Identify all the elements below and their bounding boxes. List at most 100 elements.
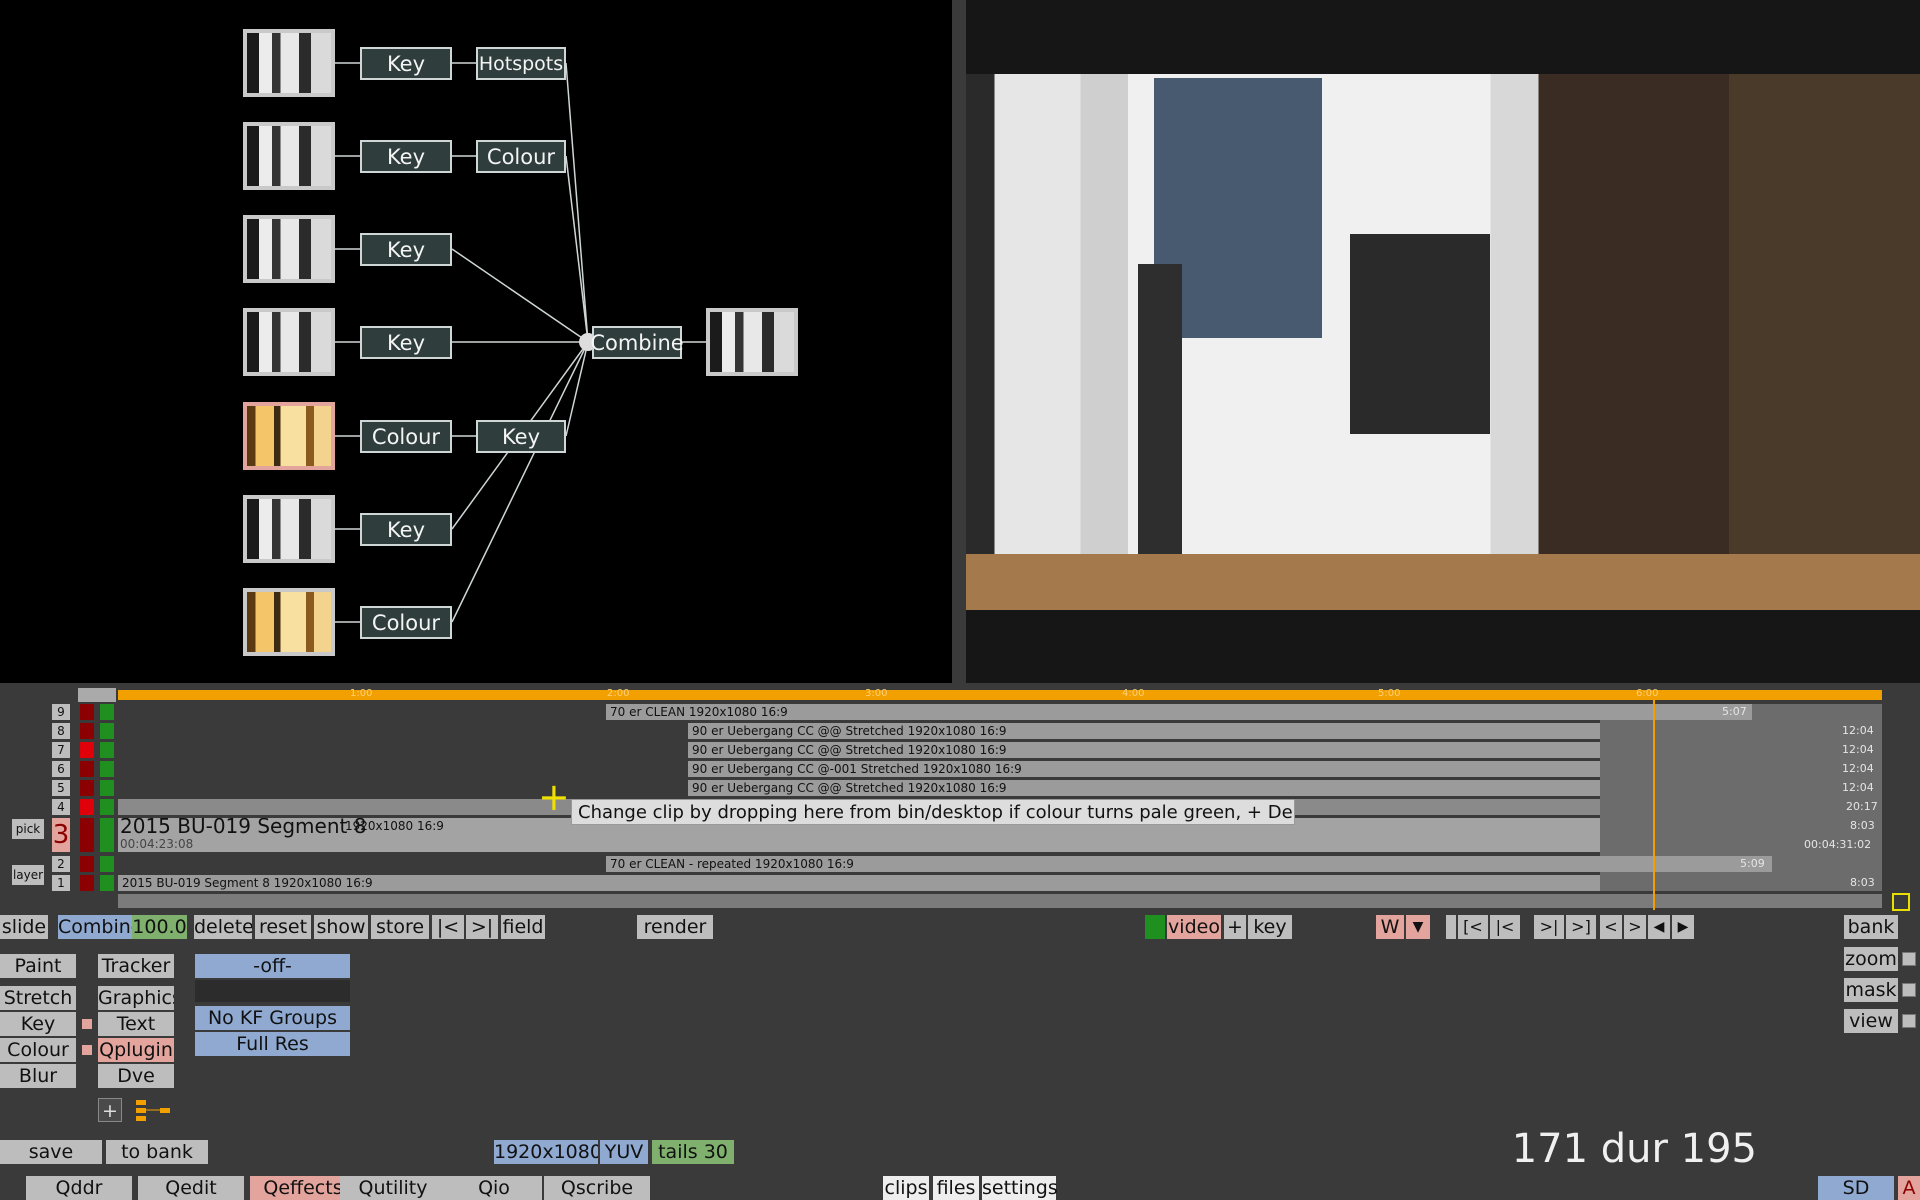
tab-qedit[interactable]: Qedit [138,1176,244,1200]
hotspots-node[interactable]: Hotspots [476,47,566,80]
source-thumbnail[interactable] [243,29,335,97]
source-thumbnail[interactable] [243,308,335,376]
tab-qscribe[interactable]: Qscribe [544,1176,650,1200]
timeline-scrollbar[interactable] [118,894,1882,908]
combine-value-field[interactable]: 100.0 [132,915,187,939]
timeline-clip[interactable]: 2015 BU-019 Segment 8 1920x1080 16:9 [118,875,1600,891]
show-button[interactable]: show [314,915,368,939]
prev-edit-icon[interactable]: |< [1490,915,1520,939]
play-icon[interactable]: ▶ [1672,915,1694,939]
timeline-corner-marker[interactable] [1892,893,1910,911]
tracker-button[interactable]: Tracker [98,954,174,978]
view-button[interactable]: view [1844,1009,1898,1033]
track-mute-toggle[interactable] [80,856,94,872]
wipe-button[interactable]: W [1376,915,1404,939]
go-to-end-icon[interactable]: >] [1566,915,1596,939]
play-reverse-icon[interactable]: ◀ [1648,915,1670,939]
video-viewer[interactable] [966,0,1920,683]
source-thumbnail[interactable] [243,215,335,283]
track-enable-toggle[interactable] [100,856,114,872]
track-mute-toggle[interactable] [80,704,94,720]
key-button[interactable]: key [1248,915,1292,939]
node-graph-panel[interactable]: Key Hotspots Key Colour Key Key Colour K… [0,0,952,683]
pick-button[interactable]: pick [12,819,44,839]
colour-node[interactable]: Colour [360,420,452,453]
tab-qio[interactable]: Qio [446,1176,542,1200]
source-thumbnail[interactable] [243,122,335,190]
settings-tab[interactable]: settings [982,1176,1058,1200]
source-thumbnail[interactable] [243,402,335,470]
files-tab[interactable]: files [933,1176,979,1200]
tab-qddr[interactable]: Qddr [26,1176,132,1200]
output-thumbnail[interactable] [706,308,798,376]
reset-button[interactable]: reset [255,915,311,939]
wipe-dropdown-icon[interactable]: ▼ [1406,915,1430,939]
save-button[interactable]: save [0,1140,102,1164]
colour-node[interactable]: Colour [476,140,566,173]
colourspace-field[interactable]: YUV [600,1140,648,1164]
combine-effect-button[interactable]: Combine [58,915,132,939]
text-button[interactable]: Text [98,1012,174,1036]
next-keyframe-button[interactable]: >| [466,915,498,939]
go-to-start-icon[interactable]: [< [1458,915,1488,939]
to-bank-button[interactable]: to bank [106,1140,208,1164]
timeline-clip[interactable]: 90 er Uebergang CC @-001 Stretched 1920x… [688,761,1600,777]
track-mute-toggle[interactable] [80,780,94,796]
panel-divider[interactable] [952,0,966,683]
track-mute-toggle[interactable] [80,723,94,739]
bank-button[interactable]: bank [1844,915,1898,939]
blur-button[interactable]: Blur [0,1064,76,1088]
clips-tab[interactable]: clips [883,1176,929,1200]
key-node[interactable]: Key [360,326,452,359]
plugin-slot[interactable] [195,980,350,1002]
layer-button[interactable]: layer [12,865,44,885]
slide-button[interactable]: slide [0,915,48,939]
resolution-field[interactable]: 1920x1080 [494,1140,598,1164]
combine-node[interactable]: Combine [590,326,684,359]
current-layer-number[interactable]: 3 [52,818,70,852]
kf-groups-button[interactable]: No KF Groups [195,1006,350,1030]
zoom-button[interactable]: zoom [1844,947,1898,971]
colour-node[interactable]: Colour [360,606,452,639]
key-node[interactable]: Key [360,513,452,546]
graphics-button[interactable]: Graphics [98,986,174,1010]
key-effect-button[interactable]: Key [0,1012,76,1036]
zoom-checkbox[interactable] [1902,952,1916,966]
view-checkbox[interactable] [1902,1014,1916,1028]
track-mute-toggle[interactable] [80,742,94,758]
stretch-button[interactable]: Stretch [0,986,76,1010]
timeline-ruler[interactable]: 1:00 2:00 3:00 4:00 5:00 6:00 [118,688,1882,700]
prev-keyframe-button[interactable]: |< [432,915,464,939]
track-enable-toggle[interactable] [100,780,114,796]
track-enable-toggle[interactable] [100,704,114,720]
video-button[interactable]: video [1167,915,1221,939]
render-button[interactable]: render [637,915,713,939]
timeline-clip[interactable]: 90 er Uebergang CC @@ Stretched 1920x108… [688,723,1600,739]
qplugin-button[interactable]: Qplugin [98,1038,174,1062]
key-node[interactable]: Key [360,233,452,266]
track-enable-toggle[interactable] [100,723,114,739]
track-enable-toggle[interactable] [100,761,114,777]
video-enable-toggle[interactable] [1145,915,1165,939]
key-node[interactable]: Key [476,420,566,453]
tab-qutility[interactable]: Qutility [340,1176,446,1200]
key-node[interactable]: Key [360,140,452,173]
mask-button[interactable]: mask [1844,978,1898,1002]
plugin-selector[interactable]: -off- [195,954,350,978]
add-effect-button[interactable]: + [98,1098,122,1122]
track-mute-toggle[interactable] [80,799,94,815]
step-forward-icon[interactable]: > [1624,915,1646,939]
field-button[interactable]: field [501,915,545,939]
next-edit-icon[interactable]: >| [1534,915,1564,939]
store-button[interactable]: store [371,915,429,939]
track-enable-toggle[interactable] [100,799,114,815]
track-mute-toggle[interactable] [80,818,94,852]
dve-button[interactable]: Dve [98,1064,174,1088]
tails-field[interactable]: tails 30 [652,1140,734,1164]
delete-button[interactable]: delete [194,915,252,939]
colour-button[interactable]: Colour [0,1038,76,1062]
step-back-icon[interactable]: < [1600,915,1622,939]
timeline-clip[interactable]: 90 er Uebergang CC @@ Stretched 1920x108… [688,742,1600,758]
mask-checkbox[interactable] [1902,983,1916,997]
track-mute-toggle[interactable] [80,761,94,777]
